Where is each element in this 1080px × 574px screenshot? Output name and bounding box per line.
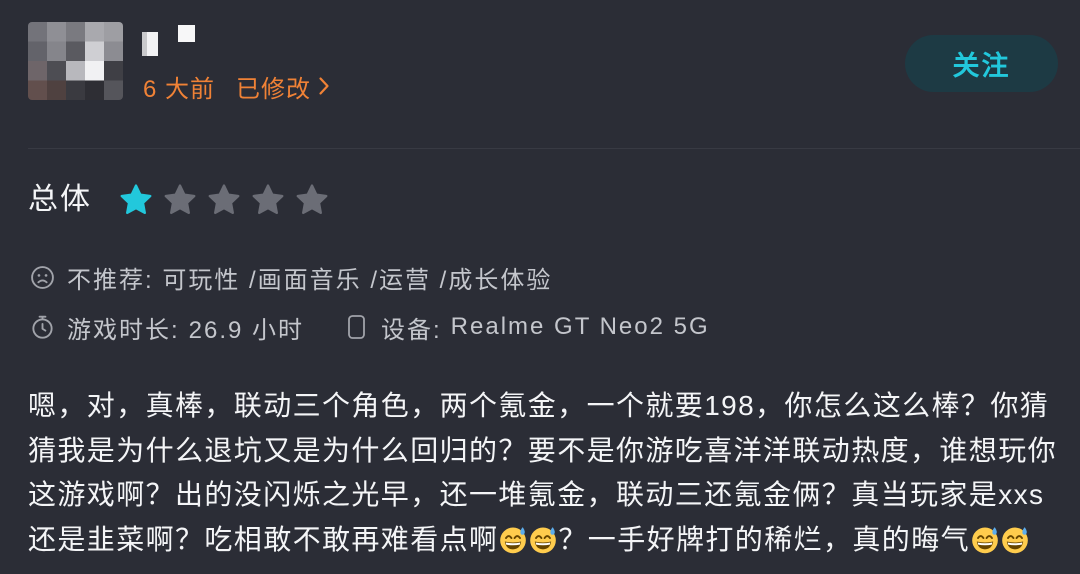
stopwatch-icon <box>30 314 55 340</box>
phone-icon <box>347 314 366 340</box>
header-divider <box>28 148 1080 149</box>
chevron-right-icon <box>318 76 330 96</box>
review-time-row: 6 大前 已修改 <box>143 69 330 104</box>
grinning-face-with-sweat-icon: 😅 <box>971 526 999 554</box>
grinning-face-with-sweat-icon: 😅 <box>1001 526 1029 554</box>
review-text: 嗯，对，真棒，联动三个角色，两个氪金，一个就要198，你怎么这么棒？你猜 <box>28 390 1050 421</box>
star-empty-icon <box>296 184 328 215</box>
username-redacted[interactable] <box>138 22 198 58</box>
grinning-face-with-sweat-icon: 😅 <box>499 526 527 554</box>
grinning-face-with-sweat-icon: 😅 <box>529 526 557 554</box>
avatar[interactable] <box>28 22 123 100</box>
playtime-label: 游戏时长: <box>67 316 180 344</box>
recommendation-text: 不推荐: 可玩性 /画面音乐 /运营 /成长体验 <box>67 266 553 294</box>
review-text: ？一手好牌打的稀烂，真的晦气 <box>558 523 971 555</box>
sad-face-icon <box>30 265 55 290</box>
time-ago: 6 大前 <box>143 75 216 103</box>
playtime-value: 26.9 小时 <box>188 316 305 344</box>
review-line: 这游戏啊？出的没闪烁之光早，还一堆氪金，联动三还氪金俩？真当玩家是xxs <box>28 473 1072 518</box>
review-line: 嗯，对，真棒，联动三个角色，两个氪金，一个就要198，你怎么这么棒？你猜 <box>28 384 1072 429</box>
star-empty-icon <box>208 184 240 215</box>
star-empty-icon <box>252 184 284 215</box>
device-label: 设备: <box>381 316 442 344</box>
edited-label: 已修改 <box>236 75 312 103</box>
review-line: 还是韭菜啊？吃相敢不敢再难看点啊😅😅？一手好牌打的稀烂，真的晦气😅😅 <box>28 518 1072 563</box>
review-text: 这游戏啊？出的没闪烁之光早，还一堆氪金，联动三还氪金俩？真当玩家是xxs <box>28 479 1045 510</box>
review-card: 6 大前 已修改 关注 总体 不推荐: 可玩性 /画面音乐 /运营 /成长体验 <box>0 0 1080 574</box>
avatar-mosaic-image <box>28 22 123 100</box>
rating-stars <box>118 182 330 218</box>
follow-button[interactable]: 关注 <box>905 35 1058 92</box>
recommendation-row: 不推荐: 可玩性 /画面音乐 /运营 /成长体验 <box>30 262 553 294</box>
device-row: 设备: Realme GT Neo2 5G <box>347 312 710 344</box>
playtime-row: 游戏时长: 26.9 小时 <box>30 312 305 344</box>
device-value: Realme GT Neo2 5G <box>450 313 710 340</box>
review-text: 猜我是为什么退坑又是为什么回归的？要不是你游吃喜洋洋联动热度，谁想玩你 <box>28 434 1058 466</box>
review-line: 猜我是为什么退坑又是为什么回归的？要不是你游吃喜洋洋联动热度，谁想玩你 <box>28 429 1072 474</box>
overall-rating-label: 总体 <box>28 183 92 216</box>
review-text: 还是韭菜啊？吃相敢不敢再难看点啊 <box>28 523 499 555</box>
follow-button-label: 关注 <box>952 51 1011 81</box>
review-body: 嗯，对，真棒，联动三个角色，两个氪金，一个就要198，你怎么这么棒？你猜 猜我是… <box>28 384 1072 562</box>
star-filled-icon <box>120 184 152 215</box>
star-empty-icon <box>164 184 196 215</box>
edited-history-link[interactable]: 已修改 <box>236 69 330 104</box>
